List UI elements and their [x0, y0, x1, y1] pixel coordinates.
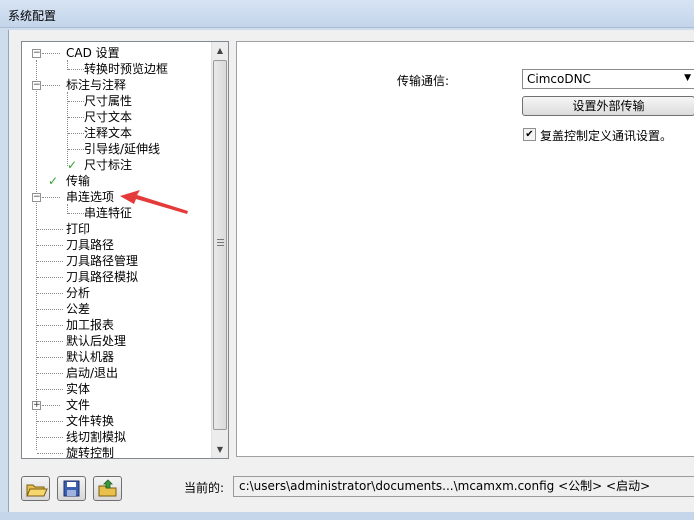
tree-item-file-conversion[interactable]: 文件转换 [66, 413, 114, 429]
tree-item-rotary-control[interactable]: 旋转控制 [66, 445, 114, 458]
tree-item-toolpath-manager[interactable]: 刀具路径管理 [66, 253, 138, 269]
tree-item-toolpath-simulation[interactable]: 刀具路径模拟 [66, 269, 138, 285]
tree-item-default-post[interactable]: 默认后处理 [66, 333, 126, 349]
tree-connector [37, 261, 63, 262]
check-icon: ✓ [67, 158, 78, 172]
settings-panel: 传输通信: CimcoDNC ▼ 设置外部传输 ✔ 复盖控制定义通讯设置。 [236, 41, 694, 457]
tree-item-dimension-attributes[interactable]: 尺寸属性 [84, 93, 132, 109]
comm-select[interactable]: CimcoDNC ▼ [522, 69, 694, 89]
tree-connector [37, 373, 63, 374]
open-folder-icon [26, 484, 48, 497]
current-config-path: c:\users\administrator\documents...\mcam… [233, 476, 694, 497]
grip-icon [217, 239, 224, 246]
collapse-icon[interactable]: − [32, 193, 41, 202]
tree-connector [37, 357, 63, 358]
tree-item-print[interactable]: 打印 [66, 221, 90, 237]
tree-connector [37, 341, 63, 342]
tree-connector [68, 117, 84, 118]
tree-guide-line [36, 60, 37, 450]
tree-item-tolerance[interactable]: 公差 [66, 301, 90, 317]
expand-icon[interactable]: + [32, 401, 41, 410]
tree-item-leader-lines[interactable]: 引导线/延伸线 [84, 141, 160, 157]
window-title: 系统配置 [8, 9, 57, 23]
tree-connector [37, 437, 63, 438]
tree-item-dimension-annotation[interactable]: 标注与注释 [66, 77, 126, 93]
merge-folder-icon [98, 479, 117, 497]
tree-item-toolpaths[interactable]: 刀具路径 [66, 237, 114, 253]
tree-item-solids[interactable]: 实体 [66, 381, 90, 397]
current-label: 当前的: [184, 481, 225, 495]
open-folder-button[interactable] [21, 476, 50, 501]
collapse-icon[interactable]: − [32, 81, 41, 90]
window-frame-bottom [0, 512, 694, 520]
save-as-button[interactable] [57, 476, 86, 501]
tree-item-start-exit[interactable]: 启动/退出 [66, 365, 118, 381]
tree-connector [37, 309, 63, 310]
override-label: 复盖控制定义通讯设置。 [540, 129, 673, 143]
tree-item-chaining-options[interactable]: 串连选项 [66, 189, 114, 205]
check-icon: ✓ [48, 174, 59, 188]
tree-connector [68, 133, 84, 134]
tree-connector [37, 389, 63, 390]
tree-connector [37, 229, 63, 230]
tree-connector [37, 293, 63, 294]
chevron-down-icon: ▼ [684, 73, 691, 83]
config-tree[interactable]: − CAD 设置 转换时预览边框 − 标注与注释 尺寸属性 尺寸文本 注释文本 … [21, 41, 229, 459]
scroll-thumb[interactable] [213, 60, 227, 430]
tree-item-dimensioning[interactable]: 尺寸标注 [84, 157, 132, 173]
collapse-icon[interactable]: − [32, 49, 41, 58]
tree-connector [68, 69, 84, 70]
tree-item-cad-settings[interactable]: CAD 设置 [66, 45, 120, 61]
tree-item-default-machine[interactable]: 默认机器 [66, 349, 114, 365]
scroll-down-icon[interactable]: ▼ [212, 441, 228, 458]
annotation-arrow-icon [120, 190, 188, 214]
tree-connector [37, 325, 63, 326]
tree-item-transfer[interactable]: 传输 [66, 173, 90, 189]
comm-select-value: CimcoDNC [527, 72, 591, 86]
tree-item-wire-simulation[interactable]: 线切割模拟 [66, 429, 126, 445]
tree-item-preview-border[interactable]: 转换时预览边框 [84, 61, 168, 77]
tree-connector [37, 245, 63, 246]
tree-connector [37, 277, 63, 278]
tree-connector [42, 85, 60, 86]
tree-item-analysis[interactable]: 分析 [66, 285, 90, 301]
tree-guide-line [67, 92, 68, 166]
tree-item-note-text[interactable]: 注释文本 [84, 125, 132, 141]
tree-connector [37, 421, 63, 422]
tree-connector [68, 149, 84, 150]
tree-connector [37, 453, 63, 454]
tree-connector [68, 213, 84, 214]
tree-item-setup-sheet[interactable]: 加工报表 [66, 317, 114, 333]
tree-scrollbar[interactable]: ▲ ▼ [211, 42, 228, 458]
override-checkbox[interactable]: ✔ [523, 128, 536, 141]
tree-item-files[interactable]: 文件 [66, 397, 90, 413]
title-bar: 系统配置 [0, 0, 694, 28]
tree-connector [42, 53, 60, 54]
save-disk-icon [63, 480, 80, 497]
tree-connector [68, 101, 84, 102]
scroll-up-icon[interactable]: ▲ [212, 42, 228, 59]
setup-external-transfer-button[interactable]: 设置外部传输 [522, 96, 694, 116]
tree-connector [42, 197, 60, 198]
comm-label: 传输通信: [397, 74, 450, 88]
tree-connector [42, 405, 60, 406]
merge-folder-button[interactable] [93, 476, 122, 501]
tree-item-dimension-text[interactable]: 尺寸文本 [84, 109, 132, 125]
